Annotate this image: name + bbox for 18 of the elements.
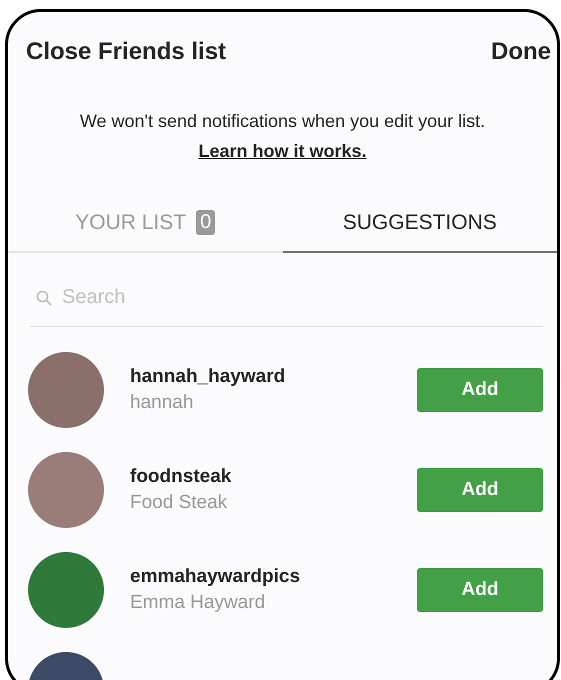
screen-title: Close Friends list [26,38,226,66]
full-name: Food Steak [130,492,228,514]
learn-more-link[interactable]: Learn how it works. [198,141,367,161]
add-button[interactable]: Add [417,368,543,412]
count-badge: 0 [196,210,216,235]
tab[interactable]: SUGGESTIONS [282,196,557,253]
full-name: hannah [130,392,194,414]
notice-text: We won't send notifications when you edit your list. Learn how it works. [78,110,486,163]
search-field[interactable]: Search [60,285,543,310]
username: emmahaywardpics [130,566,302,588]
search-icon [36,290,52,306]
add-button[interactable]: Add [417,468,543,512]
username: foodnsteak [130,466,232,488]
done-button[interactable]: Done [491,38,551,66]
username: hannah_hayward [130,366,286,388]
add-button[interactable]: Add [417,568,543,612]
full-name: Emma Hayward [130,592,266,614]
tab[interactable]: YOUR LIST 0 [8,196,282,253]
